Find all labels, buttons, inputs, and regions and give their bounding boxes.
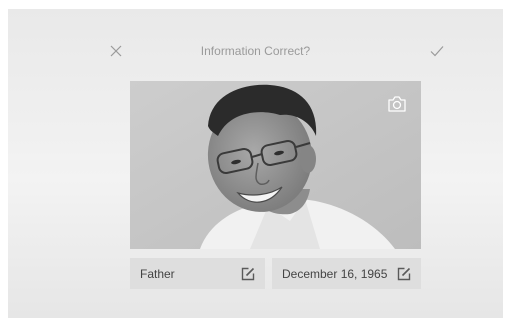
- top-bar: Information Correct?: [8, 9, 503, 67]
- relation-value: Father: [140, 266, 175, 281]
- profile-photo: [130, 81, 421, 249]
- edit-icon[interactable]: [241, 267, 255, 281]
- birth-date-field[interactable]: December 16, 1965: [272, 258, 421, 289]
- checkmark-icon[interactable]: [429, 43, 445, 59]
- camera-icon[interactable]: [387, 95, 407, 113]
- relation-field[interactable]: Father: [130, 258, 265, 289]
- edit-icon[interactable]: [397, 267, 411, 281]
- birth-date-value: December 16, 1965: [282, 266, 388, 281]
- profile-photo-card: [130, 81, 421, 249]
- confirmation-screen: Information Correct? Father December 16,…: [8, 9, 503, 318]
